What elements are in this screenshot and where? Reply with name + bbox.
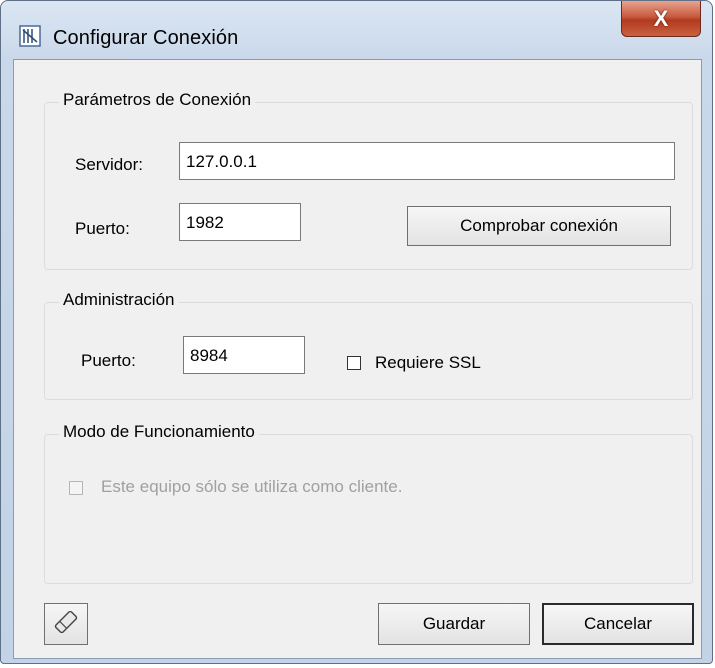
- server-input[interactable]: [179, 142, 675, 180]
- title-bar[interactable]: Configurar Conexión X: [1, 1, 712, 59]
- admin-port-input[interactable]: [183, 336, 305, 374]
- close-icon: X: [653, 5, 669, 31]
- server-label: Servidor:: [75, 155, 144, 174]
- connection-group-label: Parámetros de Conexión: [59, 90, 256, 110]
- ssl-label[interactable]: Requiere SSL: [375, 353, 481, 373]
- mode-group: Modo de Funcionamiento Este equipo sólo …: [44, 422, 693, 584]
- admin-port-label: Puerto:: [81, 351, 136, 370]
- window-title: Configurar Conexión: [53, 27, 239, 49]
- save-button[interactable]: Guardar: [378, 603, 530, 645]
- cancel-button[interactable]: Cancelar: [542, 603, 694, 645]
- port-input[interactable]: [179, 203, 301, 241]
- dialog-window: Configurar Conexión X Parámetros de Cone…: [0, 0, 713, 664]
- admin-group-label: Administración: [59, 290, 179, 310]
- ssl-checkbox[interactable]: [347, 356, 361, 370]
- eraser-icon: [51, 607, 81, 642]
- dialog-body: Parámetros de Conexión Servidor: Puerto:…: [13, 59, 702, 659]
- mode-group-label: Modo de Funcionamiento: [59, 422, 259, 442]
- check-connection-button[interactable]: Comprobar conexión: [407, 206, 671, 246]
- client-only-checkbox[interactable]: [69, 481, 83, 495]
- close-button[interactable]: X: [621, 1, 701, 37]
- client-only-label: Este equipo sólo se utiliza como cliente…: [101, 477, 403, 496]
- eraser-button[interactable]: [44, 603, 88, 645]
- connection-group: Parámetros de Conexión Servidor: Puerto:…: [44, 90, 693, 270]
- admin-group: Administración Puerto: Requiere SSL: [44, 290, 693, 400]
- port-label: Puerto:: [75, 219, 130, 238]
- app-icon: [19, 25, 41, 47]
